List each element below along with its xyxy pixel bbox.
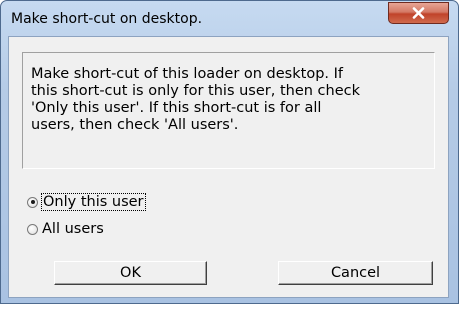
dialog-window: Make short-cut on desktop. Make short-cu… xyxy=(0,0,459,304)
radio-all-users[interactable]: All users xyxy=(27,220,104,238)
radio-only-this-user[interactable]: Only this user xyxy=(27,193,146,211)
radio-button-checked[interactable] xyxy=(27,196,38,208)
close-icon xyxy=(412,7,425,19)
message-group-box: Make short-cut of this loader on desktop… xyxy=(22,52,435,169)
close-button[interactable] xyxy=(388,2,449,24)
message-text: Make short-cut of this loader on desktop… xyxy=(31,66,360,133)
ok-button[interactable]: OK xyxy=(54,261,207,285)
radio-button-unchecked[interactable] xyxy=(27,223,38,235)
title-bar[interactable]: Make short-cut on desktop. xyxy=(1,1,458,36)
window-title: Make short-cut on desktop. xyxy=(11,11,203,27)
radio-label-only-this-user[interactable]: Only this user xyxy=(41,193,146,211)
radio-label-all-users[interactable]: All users xyxy=(42,221,104,237)
dialog-body: Make short-cut of this loader on desktop… xyxy=(8,36,449,298)
cancel-button[interactable]: Cancel xyxy=(278,261,433,285)
